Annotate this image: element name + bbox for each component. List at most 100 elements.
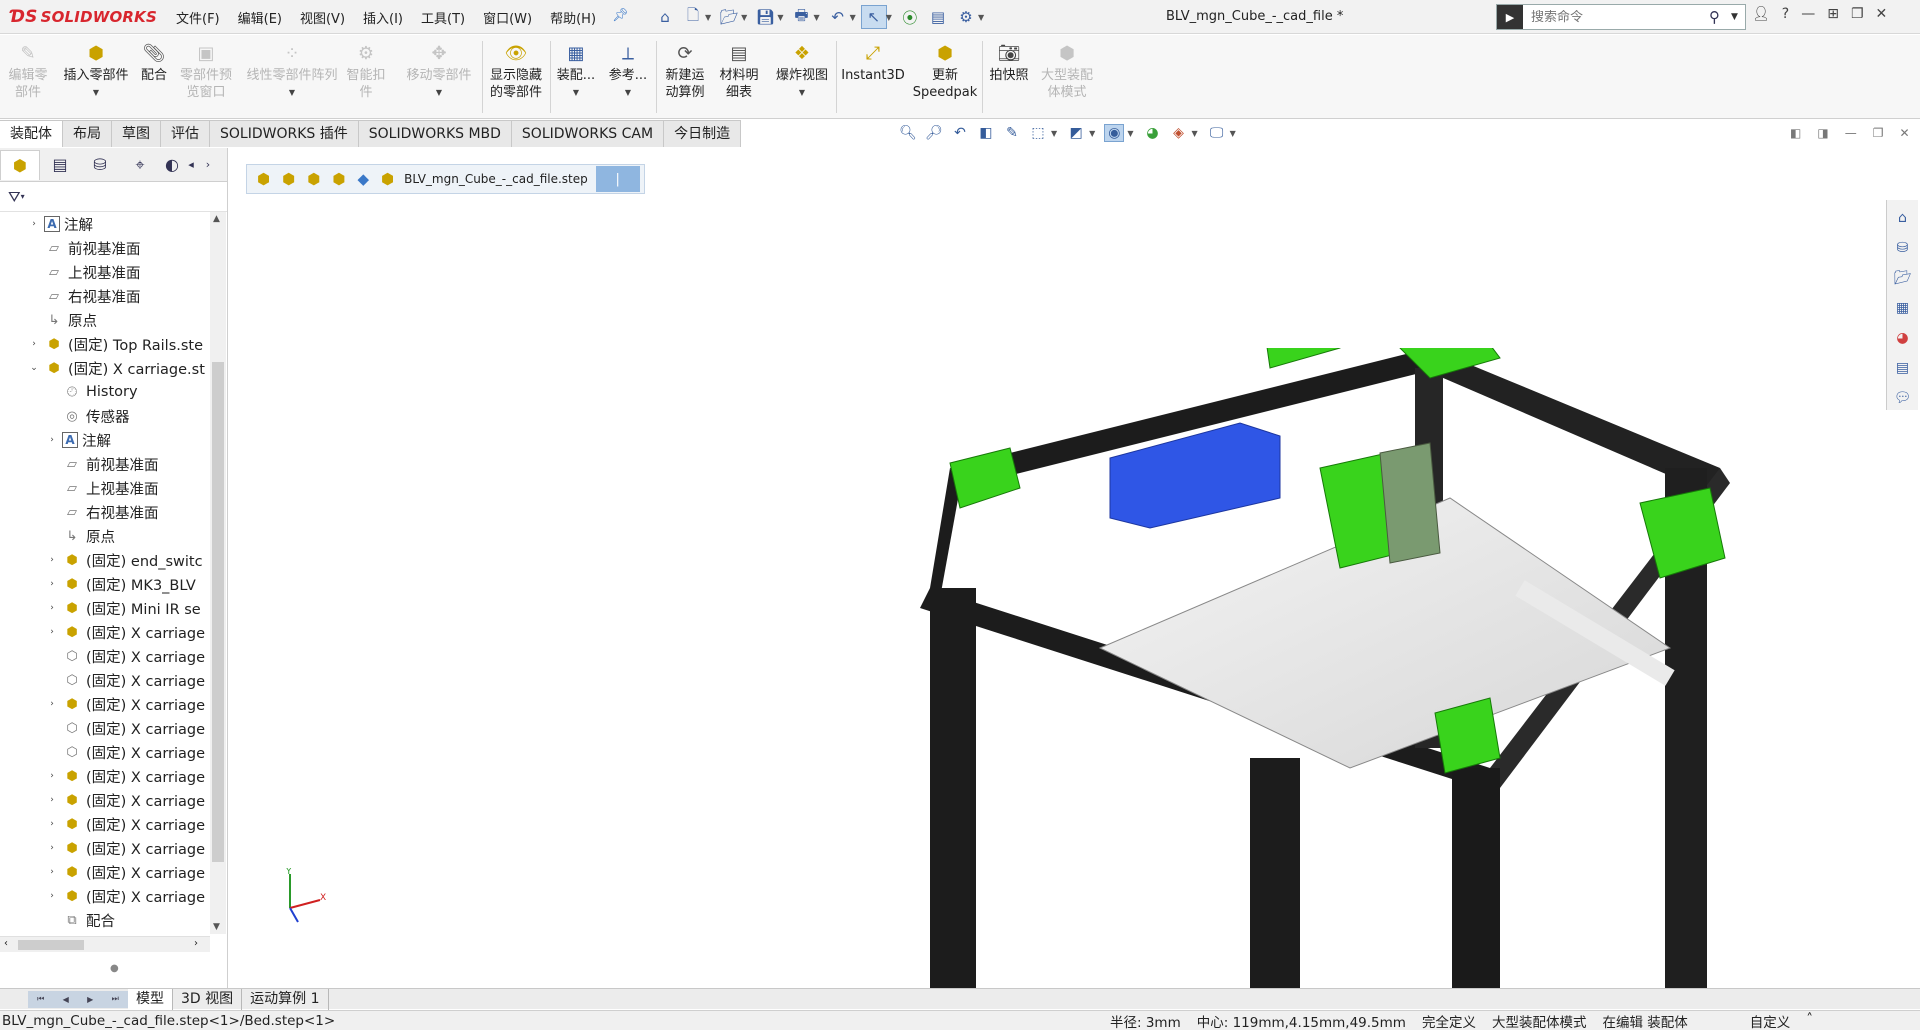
chevron-down-icon[interactable]: ▼	[93, 84, 99, 101]
display-manager-tab[interactable]: ◐	[160, 150, 184, 180]
menu-view[interactable]: 视图(V)	[300, 8, 345, 27]
prev-tab-icon[interactable]: ◀	[63, 995, 69, 1004]
chevron-down-icon[interactable]: ▼	[777, 13, 783, 22]
chevron-down-icon[interactable]: ▼	[573, 84, 579, 101]
insert-component-button[interactable]: ⬢ 插入零部件 ▼	[56, 39, 136, 115]
expand-arrow-icon[interactable]: ›	[46, 627, 58, 637]
panel-grip-icon[interactable]: ●	[110, 963, 119, 974]
exploded-view-button[interactable]: ❖ 爆炸视图 ▼	[770, 39, 834, 115]
dynamic-annotation-icon[interactable]: ✎	[1002, 125, 1022, 141]
previous-view-icon[interactable]: ↶	[950, 125, 970, 141]
tree-item[interactable]: › ⬢ (固定) X carriage	[0, 788, 210, 812]
display-style-icon[interactable]: ◩	[1066, 125, 1086, 141]
breadcrumb-end[interactable]: |	[595, 166, 640, 192]
zoom-area-icon[interactable]: 🔎︎	[924, 125, 944, 141]
dimxpert-manager-tab[interactable]: ⌖	[120, 150, 160, 180]
restore-icon[interactable]: ❐	[1873, 126, 1884, 140]
tree-item[interactable]: › ⬢ (固定) X carriage	[0, 620, 210, 644]
chevron-up-icon[interactable]: ▲	[213, 214, 220, 224]
search-input[interactable]	[1523, 9, 1709, 25]
expand-arrow-icon[interactable]: ›	[46, 771, 58, 781]
file-explorer-icon[interactable]: 📂︎	[1891, 266, 1915, 290]
tree-item[interactable]: ⧉ 配合	[0, 908, 210, 932]
tab-motion-study[interactable]: 运动算例 1	[242, 988, 329, 1010]
bill-of-materials-button[interactable]: ▤ 材料明 细表	[714, 39, 764, 115]
tree-item[interactable]: › ⬢ (固定) Mini IR se	[0, 596, 210, 620]
expand-arrow-icon[interactable]: ›	[46, 819, 58, 829]
expand-arrow-icon[interactable]: ›	[46, 867, 58, 877]
reference-geometry-button[interactable]: ⟂ 参考... ▼	[604, 39, 652, 115]
tab-cam[interactable]: SOLIDWORKS CAM	[511, 120, 665, 147]
tree-item[interactable]: › A 注解	[0, 212, 210, 236]
status-mode[interactable]: 大型装配体模式	[1492, 1011, 1587, 1030]
tab-manufacturing[interactable]: 今日制造	[664, 120, 742, 147]
chevron-down-icon[interactable]: ▼	[1731, 12, 1745, 22]
units-selector[interactable]: 自定义	[1750, 1011, 1791, 1030]
tree-horizontal-scrollbar[interactable]: ‹ ›	[0, 936, 210, 952]
search-icon[interactable]: ⚲	[1709, 8, 1731, 26]
assembly-icon[interactable]: ⬢	[282, 170, 295, 188]
forum-icon[interactable]: 💬︎	[1891, 386, 1915, 410]
minimize-icon[interactable]: —	[1801, 6, 1815, 22]
solidworks-logo[interactable]: ƊS SOLIDWORKS	[10, 6, 157, 28]
menu-insert[interactable]: 插入(I)	[363, 8, 403, 27]
large-assembly-mode-button[interactable]: ⬢ 大型装配 体模式	[1036, 39, 1098, 115]
pin-icon[interactable]: 📌︎	[612, 8, 629, 23]
view-settings-icon[interactable]: 🖵	[1207, 125, 1227, 141]
chevron-down-icon[interactable]: ▼	[1127, 129, 1133, 138]
chevron-down-icon[interactable]: ▼	[625, 84, 631, 101]
tree-item[interactable]: ▱ 上视基准面	[0, 260, 210, 284]
close-icon[interactable]: ✕	[1876, 6, 1888, 22]
tree-item[interactable]: 🕘︎ History	[0, 380, 210, 404]
mate-button[interactable]: 📎︎ 配合	[136, 39, 172, 115]
chevron-down-icon[interactable]: ▼	[1191, 129, 1197, 138]
chevron-up-icon[interactable]: ˄	[1806, 1011, 1813, 1030]
instant3d-button[interactable]: ⤢ Instant3D	[840, 39, 906, 115]
tab-assembly[interactable]: 装配体	[0, 120, 63, 147]
tree-item[interactable]: ⬡ (固定) X carriage	[0, 716, 210, 740]
tab-model[interactable]: 模型	[128, 988, 173, 1010]
tree-item[interactable]: ⬡ (固定) X carriage	[0, 668, 210, 692]
chevron-down-icon[interactable]: ▼	[289, 84, 295, 101]
tree-filter[interactable]: ⛛ ▾	[0, 182, 227, 212]
tab-sketch[interactable]: 草图	[112, 120, 161, 147]
traffic-light-icon[interactable]: ⦿	[897, 5, 923, 29]
view-orientation-icon[interactable]: ⬚	[1028, 125, 1048, 141]
part-icon[interactable]: ◆	[357, 170, 369, 188]
tree-item[interactable]: ⌄ ⬢ (固定) X carriage.st	[0, 356, 210, 380]
solidworks-resources-icon[interactable]: ⌂	[1891, 206, 1915, 230]
menu-window[interactable]: 窗口(W)	[483, 8, 532, 27]
edit-appearance-icon[interactable]: ◕	[1142, 125, 1162, 141]
tree-item[interactable]: › ⬢ (固定) X carriage	[0, 692, 210, 716]
tile-left-icon[interactable]: ◧	[1790, 126, 1801, 140]
menu-tools[interactable]: 工具(T)	[421, 8, 465, 27]
zoom-to-fit-icon[interactable]: 🔍︎	[898, 125, 918, 141]
chevron-down-icon[interactable]: ▾	[21, 192, 25, 201]
assembly-icon[interactable]: ⬢	[257, 170, 270, 188]
tree-vertical-scrollbar[interactable]: ▲ ▼	[210, 212, 226, 934]
tab-mbd[interactable]: SOLIDWORKS MBD	[358, 120, 512, 147]
tree-item[interactable]: ◎ 传感器	[0, 404, 210, 428]
chevron-down-icon[interactable]: ▼	[436, 84, 442, 101]
hide-show-items-icon[interactable]: ◉	[1104, 124, 1125, 142]
options-gear-icon[interactable]: ⚙	[953, 5, 979, 29]
tree-item[interactable]: › ⬢ (固定) X carriage	[0, 836, 210, 860]
expand-arrow-icon[interactable]: ›	[46, 699, 58, 709]
configuration-manager-tab[interactable]: ⛁	[80, 150, 120, 180]
tree-item[interactable]: › A 注解	[0, 428, 210, 452]
chevron-down-icon[interactable]: ▼	[1230, 129, 1236, 138]
tree-item[interactable]: ▱ 前视基准面	[0, 236, 210, 260]
chevron-down-icon[interactable]: ▼	[1051, 129, 1057, 138]
expand-arrow-icon[interactable]: ›	[46, 795, 58, 805]
file-properties-icon[interactable]: ▤	[925, 5, 951, 29]
show-hidden-components-button[interactable]: 👁︎ 显示隐藏 的零部件	[486, 39, 546, 115]
smart-fastener-button[interactable]: ⚙ 智能扣 件	[346, 39, 386, 115]
chevron-down-icon[interactable]: ▼	[813, 13, 819, 22]
last-tab-icon[interactable]: ⏭	[112, 994, 119, 1004]
chevron-down-icon[interactable]: ▼	[978, 13, 984, 22]
expand-arrow-icon[interactable]: ›	[28, 339, 40, 349]
home-icon[interactable]: ⌂	[652, 5, 678, 29]
chevron-down-icon[interactable]: ▼	[850, 13, 856, 22]
scrollbar-thumb[interactable]	[212, 362, 224, 862]
component-preview-button[interactable]: ▣ 零部件预 览窗口	[174, 39, 238, 115]
